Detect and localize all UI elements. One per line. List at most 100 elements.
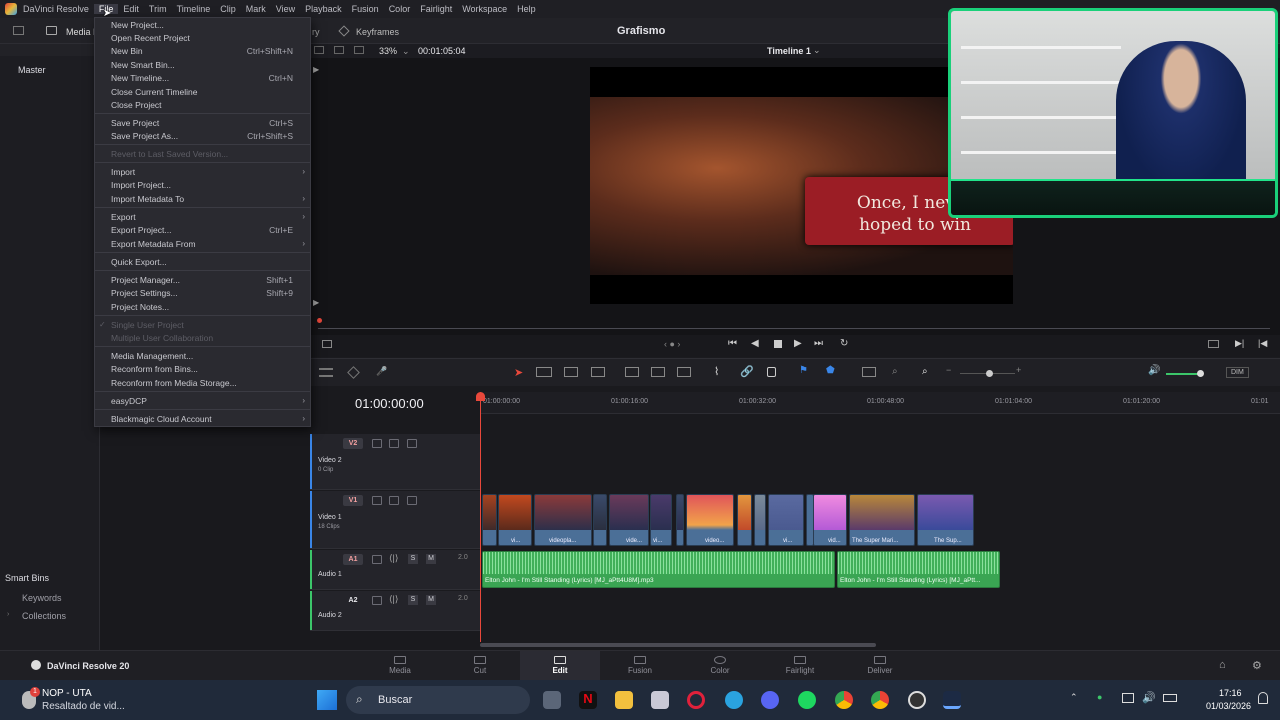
keyframes-button[interactable]: Keyframes <box>356 27 399 37</box>
viewer-mode-icon[interactable] <box>334 46 344 54</box>
timeline-options-icon[interactable] <box>319 368 333 377</box>
page-fusion[interactable]: Fusion <box>600 651 680 681</box>
video-clip[interactable]: vi... <box>650 494 672 546</box>
viewer-safe-icon[interactable] <box>354 46 364 54</box>
page-edit[interactable]: Edit <box>520 651 600 681</box>
viewer-scrubber[interactable] <box>318 328 1270 329</box>
notification-title[interactable]: NOP - UTA <box>42 688 92 699</box>
lock-track-icon[interactable] <box>372 596 382 605</box>
lock-track-icon[interactable] <box>372 496 382 505</box>
menu-item-new-bin[interactable]: New Bin <box>111 46 143 56</box>
menu-color[interactable]: Color <box>384 4 416 14</box>
page-media[interactable]: Media <box>360 651 440 681</box>
chevron-down-icon[interactable]: ⌄ <box>402 46 410 57</box>
page-cut[interactable]: Cut <box>440 651 520 681</box>
timeline-chevron-icon[interactable]: ⌄ <box>813 45 821 56</box>
notification-subtitle[interactable]: Resaltado de vid... <box>42 701 125 712</box>
task-view-icon[interactable] <box>543 691 561 709</box>
dynamic-trim-icon[interactable] <box>564 367 578 377</box>
chrome-profile-icon[interactable] <box>871 691 889 709</box>
page-fairlight[interactable]: Fairlight <box>760 651 840 681</box>
taskbar-search[interactable]: ⌕ Buscar <box>346 686 530 714</box>
file-explorer-icon[interactable] <box>615 691 633 709</box>
track-header-v1[interactable]: V1 Video 1 18 Clips <box>310 491 480 549</box>
menu-fairlight[interactable]: Fairlight <box>415 4 457 14</box>
track-visibility-icon[interactable] <box>407 439 417 448</box>
menu-item-export[interactable]: Export <box>111 212 136 222</box>
page-color[interactable]: Color <box>680 651 760 681</box>
timeline-scrollbar[interactable] <box>480 643 876 647</box>
track-header-a2[interactable]: A2 ⟨|⟩ S M 2.0 Audio 2 <box>310 591 480 631</box>
track-tag-a2[interactable]: A2 <box>343 595 363 606</box>
scrubber-handle[interactable] <box>317 318 322 323</box>
menu-help[interactable]: Help <box>512 4 541 14</box>
windows-start-icon[interactable] <box>317 690 337 710</box>
reverse-play-icon[interactable]: ◀ <box>751 338 759 349</box>
video-clip[interactable] <box>754 494 766 546</box>
track-tag-v2[interactable]: V2 <box>343 438 363 449</box>
playhead[interactable] <box>476 392 485 642</box>
menu-playback[interactable]: Playback <box>300 4 347 14</box>
opera-icon[interactable] <box>687 691 705 709</box>
volume-icon[interactable]: 🔊 <box>1142 691 1156 704</box>
speaker-icon[interactable]: 🔊 <box>1148 365 1160 376</box>
snapping-icon[interactable]: ⌇ <box>714 365 719 378</box>
menu-item-new-project[interactable]: New Project... <box>111 20 164 30</box>
tray-chevron-icon[interactable]: ⌃ <box>1070 692 1078 703</box>
insert-clip-icon[interactable] <box>625 367 639 377</box>
menu-item-export-project[interactable]: Export Project... <box>111 225 171 235</box>
telegram-icon[interactable] <box>725 691 743 709</box>
master-bin[interactable]: Master <box>18 65 46 75</box>
loop-icon[interactable]: ↻ <box>840 338 848 349</box>
notifications-icon[interactable] <box>1258 692 1268 704</box>
menu-item-reconform-bins[interactable]: Reconform from Bins... <box>111 364 198 374</box>
video-clip[interactable] <box>593 494 607 546</box>
menu-item-new-timeline[interactable]: New Timeline... <box>111 73 169 83</box>
marker-icon[interactable]: ⬟ <box>826 365 835 376</box>
auto-select-icon[interactable] <box>389 496 399 505</box>
next-frame-icon[interactable]: ▶| <box>1235 338 1244 349</box>
menu-item-project-notes[interactable]: Project Notes... <box>111 302 169 312</box>
chrome-icon[interactable] <box>835 691 853 709</box>
zoom-full-icon[interactable] <box>862 367 876 377</box>
video-clip[interactable]: vide... <box>609 494 649 546</box>
zoom-out-icon[interactable]: − <box>946 365 951 375</box>
page-deliver[interactable]: Deliver <box>840 651 920 681</box>
track-tag-v1[interactable]: V1 <box>343 495 363 506</box>
lock-icon[interactable] <box>767 367 776 377</box>
menu-item-easydcp[interactable]: easyDCP <box>111 396 147 406</box>
menu-workspace[interactable]: Workspace <box>457 4 512 14</box>
smart-bins-header[interactable]: Smart Bins <box>5 573 49 583</box>
menu-timeline[interactable]: Timeline <box>172 4 216 14</box>
menu-item-quick-export[interactable]: Quick Export... <box>111 257 167 267</box>
video-clip[interactable]: The Sup... <box>917 494 974 546</box>
video-clip[interactable]: video... <box>686 494 734 546</box>
track-header-a1[interactable]: A1 ⟨|⟩ S M 2.0 Audio 1 <box>310 550 480 590</box>
menu-item-save-as[interactable]: Save Project As... <box>111 131 178 141</box>
track-visibility-icon[interactable] <box>407 496 417 505</box>
go-to-end-icon[interactable]: ⏭ <box>814 338 823 349</box>
dim-button[interactable]: DIM <box>1226 367 1249 378</box>
playhead-knob[interactable] <box>476 392 485 401</box>
menu-item-new-smart-bin[interactable]: New Smart Bin... <box>111 60 175 70</box>
media-pool-icon[interactable] <box>46 26 57 35</box>
play-icon[interactable]: ▶ <box>794 338 802 349</box>
settings-gear-icon[interactable]: ⚙ <box>1252 659 1262 672</box>
menu-mark[interactable]: Mark <box>241 4 271 14</box>
menu-item-cloud-account[interactable]: Blackmagic Cloud Account <box>111 414 212 424</box>
video-clip[interactable] <box>737 494 752 546</box>
zoom-custom-icon[interactable]: ⌕ <box>922 366 928 377</box>
microphone-icon[interactable]: ● <box>1097 692 1102 702</box>
menu-item-reconform-storage[interactable]: Reconform from Media Storage... <box>111 378 237 388</box>
video-clip[interactable]: videopla... <box>534 494 592 546</box>
video-clip[interactable]: vid... <box>813 494 847 546</box>
linked-selection-icon[interactable]: 🔗 <box>740 365 754 378</box>
timeline-selector[interactable]: Timeline 1 <box>767 46 811 56</box>
menu-item-open-recent[interactable]: Open Recent Project <box>111 33 190 43</box>
video-clip[interactable]: vi... <box>768 494 804 546</box>
flag-icon[interactable]: ⚑ <box>799 365 808 376</box>
audio-clip[interactable]: Elton John - I'm Still Standing (Lyrics)… <box>837 551 1000 588</box>
blade-tool-icon[interactable] <box>591 367 605 377</box>
menu-item-project-manager[interactable]: Project Manager... <box>111 275 180 285</box>
video-clip[interactable] <box>482 494 497 546</box>
